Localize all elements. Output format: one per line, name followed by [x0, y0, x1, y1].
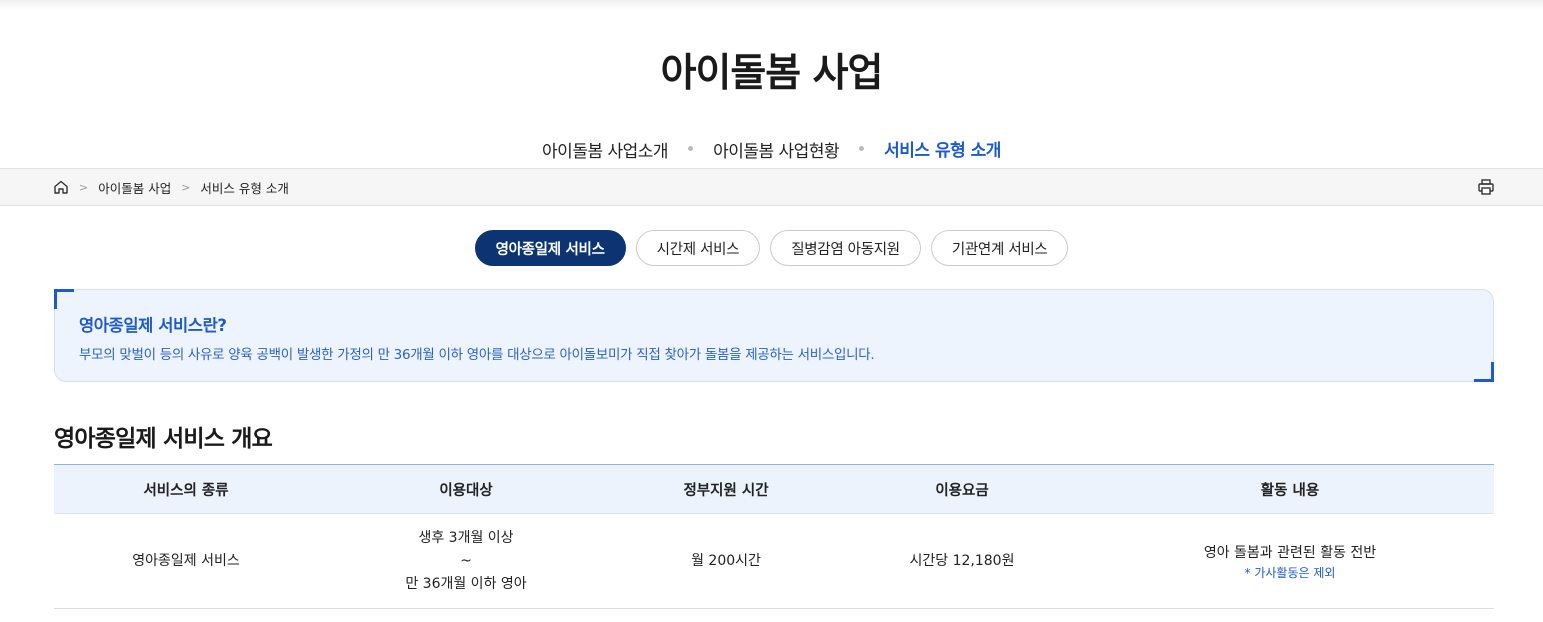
column-header: 이용요금 — [838, 464, 1086, 514]
activity-text: 영아 돌봄과 관련된 활동 전반 — [1203, 544, 1377, 561]
target-line: 만 36개월 이하 영아 — [405, 575, 527, 592]
cell-service-type: 영아종일제 서비스 — [54, 513, 318, 609]
column-header: 이용대상 — [318, 464, 614, 514]
overview-table: 서비스의 종류 이용대상 정부지원 시간 이용요금 활동 내용 영아종일제 서비… — [54, 464, 1494, 609]
cell-activity: 영아 돌봄과 관련된 활동 전반 * 가사활동은 제외 — [1086, 513, 1494, 609]
tab-separator-dot — [859, 146, 865, 151]
service-type-tabs: 영아종일제 서비스 시간제 서비스 질병감염 아동지원 기관연계 서비스 — [0, 230, 1543, 266]
tab-business-intro[interactable]: 아이돌봄 사업소개 — [542, 135, 669, 172]
page-title: 아이돌봄 사업 — [660, 51, 884, 96]
cell-fee: 시간당 12,180원 — [838, 513, 1086, 609]
chevron-right-icon: > — [79, 180, 89, 194]
breadcrumb-item[interactable]: 서비스 유형 소개 — [200, 178, 288, 197]
cell-support-hours: 월 200시간 — [614, 513, 838, 609]
service-tab-institution[interactable]: 기관연계 서비스 — [930, 230, 1069, 266]
service-tab-hourly[interactable]: 시간제 서비스 — [635, 230, 761, 266]
column-header: 정부지원 시간 — [614, 464, 838, 514]
info-box: 영아종일제 서비스란? 부모의 맞벌이 등의 사유로 양육 공백이 발생한 가정… — [54, 289, 1494, 382]
service-tab-illness[interactable]: 질병감염 아동지원 — [770, 230, 921, 266]
corner-decoration — [54, 289, 74, 309]
cell-target: 생후 3개월 이상 ~ 만 36개월 이하 영아 — [318, 513, 614, 609]
column-header: 서비스의 종류 — [54, 464, 318, 514]
breadcrumb: > 아이돌봄 사업 > 서비스 유형 소개 — [53, 169, 289, 205]
target-line: 생후 3개월 이상 — [418, 529, 514, 546]
target-line: ~ — [460, 552, 472, 569]
print-icon[interactable] — [1477, 178, 1497, 196]
home-icon[interactable] — [53, 179, 69, 195]
breadcrumb-item[interactable]: 아이돌봄 사업 — [98, 178, 171, 197]
chevron-right-icon: > — [181, 180, 191, 194]
tab-business-status[interactable]: 아이돌봄 사업현황 — [713, 135, 840, 172]
corner-decoration — [1474, 362, 1494, 382]
top-shadow — [0, 0, 1543, 10]
activity-note: * 가사활동은 제외 — [1244, 565, 1336, 580]
info-title: 영아종일제 서비스란? — [79, 316, 227, 335]
table-header-row: 서비스의 종류 이용대상 정부지원 시간 이용요금 활동 내용 — [54, 464, 1494, 514]
info-description: 부모의 맞벌이 등의 사유로 양육 공백이 발생한 가정의 만 36개월 이하 … — [79, 347, 875, 363]
tab-separator-dot — [688, 146, 694, 151]
section-title: 영아종일제 서비스 개요 — [54, 426, 273, 452]
table-row: 영아종일제 서비스 생후 3개월 이상 ~ 만 36개월 이하 영아 월 200… — [54, 513, 1494, 609]
service-tab-infant-fullday[interactable]: 영아종일제 서비스 — [474, 230, 626, 266]
breadcrumb-bar: > 아이돌봄 사업 > 서비스 유형 소개 — [0, 168, 1543, 206]
column-header: 활동 내용 — [1086, 464, 1494, 514]
